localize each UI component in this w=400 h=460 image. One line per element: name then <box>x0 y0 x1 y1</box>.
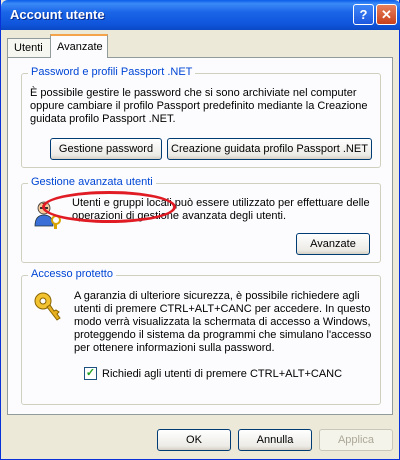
users-icon <box>34 201 61 229</box>
title-bar[interactable]: Account utente ? ✕ <box>1 0 400 30</box>
passport-description: È possibile gestire le password che si s… <box>30 87 368 125</box>
tab-avanzate[interactable]: Avanzate <box>50 34 108 58</box>
ok-button[interactable]: OK <box>157 429 231 451</box>
close-button[interactable]: ✕ <box>376 4 397 25</box>
account-dialog: Account utente ? ✕ Utenti Avanzate Passw… <box>0 0 400 460</box>
secure-logon-group: Accesso protetto A garanzia di ulteriore… <box>21 268 381 405</box>
passport-wizard-button[interactable]: Creazione guidata profilo Passport .NET <box>167 138 372 160</box>
tab-utenti[interactable]: Utenti <box>7 38 51 58</box>
apply-button[interactable]: Applica <box>319 429 393 451</box>
passport-group: Password e profili Passport .NET È possi… <box>21 66 381 168</box>
manage-passwords-button[interactable]: Gestione password <box>50 138 162 160</box>
advanced-description: Utenti e gruppi locali può essere utiliz… <box>72 197 370 222</box>
cancel-button[interactable]: Annulla <box>238 429 312 451</box>
advanced-users-group: Gestione avanzata utenti Utenti e gruppi… <box>21 176 381 263</box>
ctrl-alt-del-checkbox[interactable]: ✓ <box>84 367 97 380</box>
window-title: Account utente <box>10 7 105 22</box>
secure-group-title: Accesso protetto <box>28 268 116 280</box>
passport-group-title: Password e profili Passport .NET <box>28 66 196 78</box>
secure-description: A garanzia di ulteriore sicurezza, è pos… <box>74 290 372 354</box>
ctrl-alt-del-label[interactable]: Richiedi agli utenti di premere CTRL+ALT… <box>102 368 342 381</box>
help-button[interactable]: ? <box>353 4 374 25</box>
advanced-group-title: Gestione avanzata utenti <box>28 176 156 188</box>
key-icon <box>34 292 61 321</box>
advanced-button[interactable]: Avanzate <box>296 233 370 255</box>
tab-panel: Password e profili Passport .NET È possi… <box>7 57 393 415</box>
